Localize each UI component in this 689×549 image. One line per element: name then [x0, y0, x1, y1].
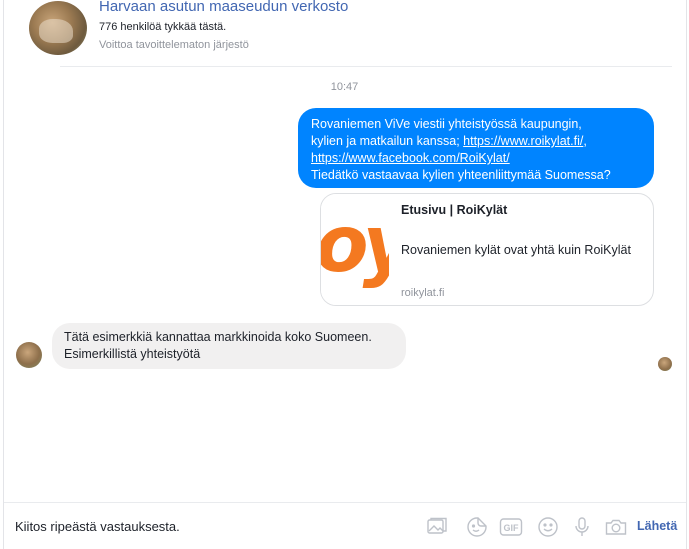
- composer-divider: [4, 502, 686, 503]
- outgoing-line-3: https://www.facebook.com/RoiKylat/: [311, 150, 642, 167]
- gif-icon[interactable]: GIF: [499, 515, 523, 539]
- outgoing-line-2-text: kylien ja matkailun kanssa;: [311, 134, 464, 148]
- image-icon[interactable]: [425, 515, 449, 539]
- link-preview-thumbnail[interactable]: oyt: [321, 194, 389, 305]
- sticker-icon[interactable]: [465, 515, 489, 539]
- timestamp-text: 10:47: [330, 81, 359, 93]
- link-preview-title[interactable]: Etusivu | RoiKylät: [401, 203, 507, 217]
- sender-avatar[interactable]: [16, 342, 42, 368]
- incoming-message-bubble: Tätä esimerkkiä kannattaa markkinoida ko…: [52, 323, 406, 369]
- header-divider: [60, 66, 672, 67]
- incoming-message-text: Tätä esimerkkiä kannattaa markkinoida ko…: [64, 330, 372, 361]
- message-input[interactable]: Kiitos ripeästä vastauksesta.: [15, 519, 180, 534]
- conversation-header: Harvaan asutun maaseudun verkosto 776 he…: [0, 0, 689, 66]
- roikylat-logo-fragment: oyt: [321, 200, 389, 290]
- page-avatar[interactable]: [29, 1, 87, 55]
- link-preview-domain: roikylat.fi: [401, 287, 445, 299]
- outgoing-message-bubble: Rovaniemen ViVe viestii yhteistyössä kau…: [298, 108, 654, 188]
- link-preview-card[interactable]: oyt Etusivu | RoiKylät Rovaniemen kylät …: [320, 193, 654, 306]
- seen-indicator-avatar: [658, 357, 672, 371]
- link-preview-description: Rovaniemen kylät ovat yhtä kuin RoiKylät: [401, 243, 631, 257]
- link-separator: ,: [583, 134, 587, 148]
- svg-text:GIF: GIF: [504, 523, 520, 533]
- camera-icon[interactable]: [604, 515, 628, 539]
- microphone-icon[interactable]: [570, 515, 594, 539]
- page-category: Voittoa tavoittelematon järjestö: [99, 39, 249, 51]
- roikylat-link[interactable]: https://www.roikylat.fi/: [463, 134, 583, 148]
- outgoing-line-4: Tiedätkö vastaavaa kylien yhteenliittymä…: [311, 168, 611, 182]
- page-name-link[interactable]: Harvaan asutun maaseudun verkosto: [99, 0, 348, 15]
- outgoing-line-2: kylien ja matkailun kanssa; https://www.…: [311, 133, 642, 150]
- message-timestamp: 10:47: [0, 81, 689, 93]
- emoji-icon[interactable]: [536, 515, 560, 539]
- send-button[interactable]: Lähetä: [637, 519, 677, 533]
- outgoing-line-1: Rovaniemen ViVe viestii yhteistyössä kau…: [311, 117, 582, 131]
- facebook-roikylat-link[interactable]: https://www.facebook.com/RoiKylat/: [311, 151, 510, 165]
- page-likes-count: 776 henkilöä tykkää tästä.: [99, 21, 227, 33]
